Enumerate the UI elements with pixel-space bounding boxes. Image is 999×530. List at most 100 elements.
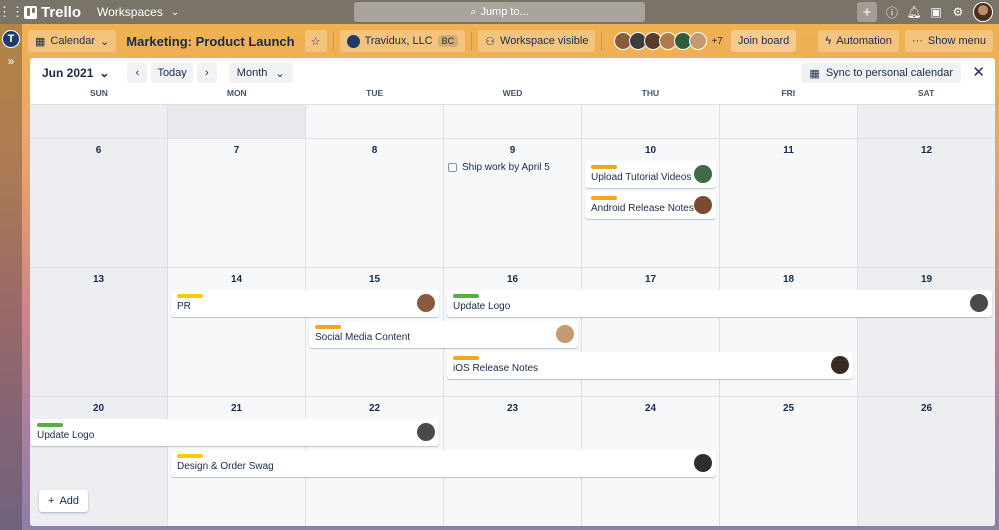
board-title[interactable]: Marketing: Product Launch bbox=[126, 34, 294, 49]
calendar-day[interactable] bbox=[443, 105, 581, 138]
day-number: 16 bbox=[506, 274, 519, 285]
board-members[interactable]: +7 bbox=[614, 32, 723, 50]
month-selector[interactable]: Jun 2021 ⌄ bbox=[38, 66, 113, 80]
card-label bbox=[177, 294, 203, 298]
day-number: 22 bbox=[368, 403, 381, 414]
day-number: 8 bbox=[371, 145, 378, 156]
weekday-label: THU bbox=[641, 88, 660, 98]
weekday-label: SAT bbox=[917, 88, 935, 98]
calendar-day[interactable] bbox=[581, 105, 719, 138]
chevron-down-icon: ⌄ bbox=[170, 6, 180, 18]
sync-label: Sync to personal calendar bbox=[825, 67, 953, 79]
trello-logo[interactable]: Trello bbox=[24, 4, 81, 21]
calendar-week bbox=[30, 104, 995, 138]
join-board-button[interactable]: Join board bbox=[730, 30, 797, 52]
bell-icon[interactable]: 🔔︎ bbox=[906, 5, 921, 19]
search-icon: ⌕ bbox=[470, 5, 477, 18]
workspace-button[interactable]: Travidux, LLC BC bbox=[339, 30, 466, 52]
calendar-day[interactable] bbox=[167, 105, 305, 138]
calendar-card[interactable]: Android Release Notes bbox=[585, 192, 716, 219]
calendar-day[interactable]: 8 bbox=[305, 139, 443, 267]
view-mode-selector[interactable]: Month ⌄ bbox=[228, 63, 293, 83]
weekday-header: SUN MON TUE WED THU FRI SAT bbox=[30, 88, 995, 104]
workspace-initial: T bbox=[7, 33, 15, 45]
show-menu-button[interactable]: ··· Show menu bbox=[904, 30, 993, 52]
calendar-card[interactable]: Update Logo bbox=[31, 419, 439, 446]
app-switcher-icon[interactable]: ⋮⋮ bbox=[0, 0, 24, 24]
workspace-icon bbox=[346, 34, 360, 48]
view-switcher-button[interactable]: ▦ Calendar ⌄ bbox=[28, 30, 117, 52]
calendar-week: 6 7 8 9 10 11 12 bbox=[30, 138, 995, 267]
divider bbox=[601, 32, 603, 50]
members-more-count[interactable]: +7 bbox=[711, 36, 722, 47]
calendar-card[interactable]: Social Media Content bbox=[309, 321, 578, 348]
calendar-day[interactable] bbox=[719, 105, 857, 138]
chevron-down-icon: ⌄ bbox=[275, 67, 285, 80]
day-number: 18 bbox=[782, 274, 795, 285]
gear-icon[interactable]: ⚙ bbox=[951, 5, 965, 19]
next-month-button[interactable]: › bbox=[196, 63, 217, 83]
card-label bbox=[591, 196, 617, 200]
member-avatar[interactable] bbox=[689, 32, 708, 50]
calendar-day[interactable]: 25 bbox=[719, 397, 857, 526]
calendar-day[interactable]: 6 bbox=[30, 139, 167, 267]
chevron-down-icon: ⌄ bbox=[100, 35, 110, 48]
today-button[interactable]: Today bbox=[151, 63, 193, 83]
day-number: 6 bbox=[95, 145, 102, 156]
card-title: Android Release Notes bbox=[591, 203, 694, 214]
user-avatar[interactable] bbox=[973, 2, 993, 22]
create-button[interactable]: + bbox=[857, 2, 877, 22]
day-number: 25 bbox=[782, 403, 795, 414]
calendar-card[interactable]: PR bbox=[171, 290, 439, 317]
calendar-day[interactable]: 7 bbox=[167, 139, 305, 267]
calendar-card[interactable]: Upload Tutorial Videos bbox=[585, 161, 716, 188]
workspaces-menu[interactable]: Workspaces ⌄ bbox=[97, 5, 179, 19]
sync-calendar-button[interactable]: ▦ Sync to personal calendar bbox=[801, 63, 961, 83]
card-label bbox=[591, 165, 617, 169]
close-icon[interactable]: ✕ bbox=[972, 63, 985, 81]
expand-sidebar-icon[interactable]: » bbox=[0, 54, 22, 68]
calendar-card[interactable]: iOS Release Notes bbox=[447, 352, 853, 379]
workspace-logo[interactable]: T bbox=[2, 30, 20, 48]
calendar-day[interactable]: 14 bbox=[167, 268, 305, 396]
calendar-day[interactable]: 26 bbox=[857, 397, 995, 526]
add-card-button[interactable]: + Add bbox=[39, 490, 89, 512]
card-label bbox=[315, 325, 341, 329]
calendar-day[interactable]: 19 bbox=[857, 268, 995, 396]
member-avatar bbox=[417, 423, 435, 441]
divider bbox=[332, 32, 334, 50]
card-title: PR bbox=[177, 301, 191, 312]
calendar-card[interactable]: Update Logo bbox=[447, 290, 992, 317]
calendar-day[interactable]: 11 bbox=[719, 139, 857, 267]
member-avatar bbox=[831, 356, 849, 374]
day-number: 17 bbox=[644, 274, 657, 285]
card-title: Update Logo bbox=[453, 301, 511, 312]
card-title: Design & Order Swag bbox=[177, 461, 274, 472]
member-avatar bbox=[556, 325, 574, 343]
calendar-day[interactable] bbox=[305, 105, 443, 138]
workspaces-label: Workspaces bbox=[97, 5, 163, 19]
calendar-day[interactable]: 9 bbox=[443, 139, 581, 267]
day-number: 19 bbox=[920, 274, 933, 285]
info-icon[interactable]: ⓘ bbox=[885, 5, 899, 20]
calendar-day[interactable] bbox=[30, 105, 167, 138]
calendar-day[interactable]: 12 bbox=[857, 139, 995, 267]
calendar-card[interactable]: Design & Order Swag bbox=[171, 450, 716, 477]
checklist-item[interactable]: Ship work by April 5 bbox=[448, 162, 550, 173]
day-number: 14 bbox=[230, 274, 243, 285]
automation-button[interactable]: ϟ Automation bbox=[818, 30, 899, 52]
weekday-label: SUN bbox=[89, 88, 108, 98]
calendar-day[interactable] bbox=[857, 105, 995, 138]
star-button[interactable]: ☆ bbox=[304, 30, 327, 52]
previous-month-button[interactable]: ‹ bbox=[127, 63, 148, 83]
weekday-label: TUE bbox=[366, 88, 384, 98]
briefcase-icon[interactable]: ▣ bbox=[929, 5, 943, 19]
member-avatar bbox=[417, 294, 435, 312]
visibility-button[interactable]: ⚇ Workspace visible bbox=[478, 30, 596, 52]
calendar-day[interactable]: 13 bbox=[30, 268, 167, 396]
card-title: Upload Tutorial Videos bbox=[591, 172, 692, 183]
day-number: 11 bbox=[783, 145, 794, 156]
checkbox[interactable] bbox=[448, 163, 457, 172]
jump-to-search[interactable]: ⌕ Jump to... bbox=[354, 2, 645, 22]
join-label: Join board bbox=[737, 35, 790, 47]
